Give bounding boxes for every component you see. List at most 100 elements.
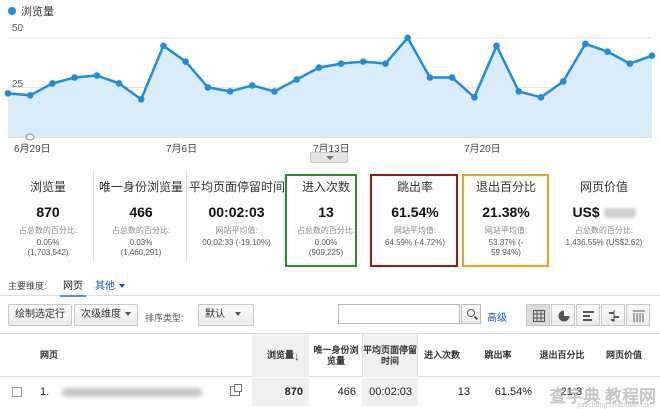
metric-avg-time[interactable]: 平均页面停留时间 00:02:03 网站平均值: 00:02:33 (-19.1… [189,170,285,262]
x-tick-label: 7月20日 [464,144,501,155]
search-input[interactable] [338,304,460,324]
view-comparison-button[interactable] [601,304,625,326]
table-row[interactable]: 1. 870 466 00:02:03 13 61.54% 21.3 查字典 教… [0,378,660,409]
data-point[interactable] [337,60,345,67]
comparison-icon [609,310,619,322]
plot-rows-button[interactable]: 绘制选定行 [8,304,72,326]
chevron-down-icon [235,312,241,317]
data-point[interactable] [404,34,412,42]
column-header-pageviews[interactable]: 浏览量 [252,334,309,377]
data-point[interactable] [271,88,278,95]
data-point[interactable] [49,80,56,87]
row-checkbox[interactable] [12,387,22,397]
data-point[interactable] [493,42,500,50]
data-point[interactable] [582,40,589,48]
metric-sub-value: 1,436.55% (US$2.62) [565,238,643,247]
sort-type-value: 默认 [205,309,225,320]
metric-sub-label: 网站平均值: [215,226,258,235]
secondary-dimension-dropdown[interactable]: 次级维度 [74,304,138,326]
metric-unique-pageviews[interactable]: 唯一身份浏览量 466 占总数的百分比: 0.03% (1,460,291) [96,170,187,262]
metric-sub-label: 占总数的百分比: [18,226,78,235]
data-point[interactable] [115,80,123,87]
metric-value: US$ [553,204,655,220]
chevron-down-icon [125,312,131,317]
data-point[interactable] [226,88,234,95]
view-pivot-button[interactable] [626,304,650,326]
column-header-unique-pageviews[interactable]: 唯一身份浏览量 [310,334,362,377]
cell-avg-time: 00:02:03 [362,378,418,406]
dimension-tab-page[interactable]: 网页 [60,277,86,297]
search-icon-handle [474,315,478,320]
advanced-filter-link[interactable]: 高级 [487,309,507,324]
redacted-value [603,208,636,219]
column-header-entries[interactable]: 进入次数 [420,334,464,377]
data-point[interactable] [160,42,167,50]
x-tick-label: 6月29日 [14,144,51,155]
view-pie-button[interactable] [551,304,575,326]
column-header-exit-rate[interactable]: 退出百分比 [532,334,592,377]
metric-title: 平均页面停留时间 [189,180,286,194]
metric-value-currency: US$ [572,204,600,220]
search-button[interactable] [461,304,481,324]
external-link-icon[interactable] [230,384,242,396]
sort-type-label: 排序类型: [145,313,184,323]
metric-title: 唯一身份浏览量 [98,180,183,194]
dimension-other-dropdown[interactable]: 其他 [95,277,125,292]
column-header-bounce-rate[interactable]: 跳出率 [468,334,528,377]
grid-icon [533,310,545,322]
sort-type-dropdown[interactable]: 默认 [198,304,254,326]
cell-bounce-rate: 61.54% [494,386,532,398]
data-point[interactable] [626,60,634,67]
column-header-page-value[interactable]: 网页价值 [594,334,654,377]
x-tick-label: 7月6日 [166,144,198,155]
column-header-page[interactable]: 网页 [40,334,110,377]
data-point[interactable] [4,90,12,97]
data-point[interactable] [515,88,523,95]
data-point[interactable] [360,58,367,65]
chevron-down-icon [119,284,125,289]
highlight-box-bounce [370,174,458,267]
data-point[interactable] [26,92,34,99]
data-point[interactable] [648,52,656,59]
column-header-avg-time[interactable]: 平均页面停留时间 [362,334,418,377]
pageviews-chart[interactable]: 浏览量 50 25 6月29日 7月6日 7月13日 7月20日 [0,0,660,165]
redacted-page-url[interactable] [62,388,202,397]
data-point[interactable] [182,58,189,65]
data-point[interactable] [471,94,478,101]
data-point[interactable] [426,74,434,81]
data-point[interactable] [448,74,456,81]
data-point[interactable] [93,72,101,79]
metric-title: 浏览量 [29,180,66,194]
data-point[interactable] [137,96,145,103]
data-point[interactable] [315,64,323,71]
cell-entries: 13 [457,386,470,398]
metric-sub-total: (1,703,542) [27,248,69,257]
metric-sub-label: 占总数的百分比: [574,226,634,235]
data-point[interactable] [382,60,389,67]
highlight-box-entries [285,174,357,267]
data-point[interactable] [293,76,300,83]
pie-chart-icon [558,310,570,322]
view-table-button[interactable] [526,304,550,326]
data-point[interactable] [71,74,78,81]
data-point[interactable] [559,78,567,85]
metric-page-value[interactable]: 网页价值 US$ 占总数的百分比: 1,436.55% (US$2.62) [553,170,655,262]
data-point[interactable] [204,84,212,91]
metric-value: 00:02:03 [208,204,265,220]
secondary-dimension-label: 次级维度 [81,309,121,320]
table-header: 网页 浏览量 ↓ 唯一身份浏览量 平均页面停留时间 进入次数 跳出率 退出百分比… [0,333,660,377]
view-performance-button[interactable] [576,304,600,326]
chevron-down-icon [326,156,334,160]
data-point[interactable] [248,82,256,89]
dimension-other-label: 其他 [95,281,115,292]
data-point[interactable] [537,94,545,101]
row-number: 1. [40,386,50,398]
table-toolbar: 绘制选定行 次级维度 排序类型: 默认 高级 [0,300,660,330]
data-point[interactable] [604,48,611,56]
watermark-url: jiaocheng.chazidian.com [577,402,654,409]
plot-rows-label: 绘制选定行 [15,309,65,320]
bar-chart-icon [583,311,594,321]
metric-title: 网页价值 [579,180,628,194]
chart-expand-handle[interactable] [310,152,348,163]
metric-pageviews[interactable]: 浏览量 870 占总数的百分比: 0.05% (1,703,542) [3,170,94,262]
